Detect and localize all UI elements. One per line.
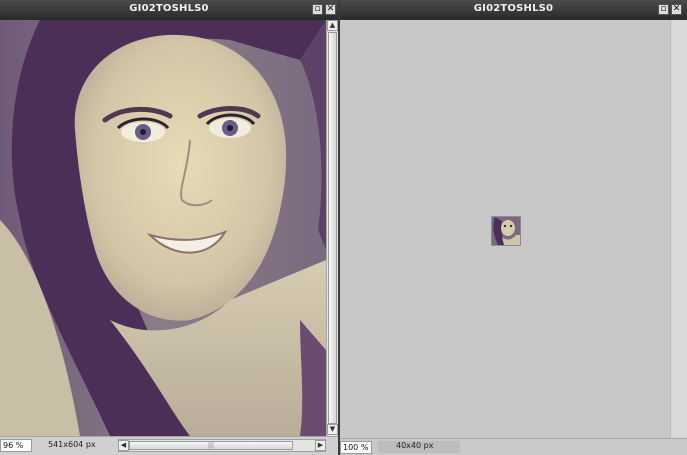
maximize-icon[interactable]: ▫ — [658, 4, 669, 15]
window-title: GI02TOSHLS0 — [129, 3, 209, 14]
horizontal-scroll-thumb[interactable]: ||| — [129, 441, 293, 450]
maximize-icon[interactable]: ▫ — [312, 4, 323, 15]
window-title: GI02TOSHLS0 — [473, 3, 554, 14]
image-size-label: 40x40 px — [396, 441, 434, 450]
status-bar: 100 % 40x40 px — [340, 438, 687, 455]
image-canvas[interactable] — [0, 20, 326, 436]
photo-portrait — [0, 20, 326, 436]
horizontal-scrollbar[interactable]: ||| — [118, 439, 326, 452]
scroll-right-icon[interactable]: ▶ — [315, 440, 326, 451]
scroll-down-icon[interactable]: ▼ — [327, 424, 338, 435]
scroll-up-icon[interactable]: ▲ — [327, 20, 338, 31]
image-canvas[interactable] — [340, 20, 670, 438]
thumbnail-image — [491, 216, 521, 246]
vertical-scroll-thumb[interactable] — [328, 32, 337, 424]
zoom-input[interactable]: 100 % — [340, 441, 372, 454]
image-size-label: 541x604 px — [48, 440, 96, 449]
vertical-scrollbar[interactable]: ▲ ▼ — [326, 20, 338, 436]
scroll-left-icon[interactable]: ◀ — [118, 440, 129, 451]
image-window-left[interactable]: GI02TOSHLS0 ▫ ✕ ▲ ▼ 96 % 541x604 px ||| … — [0, 0, 338, 455]
title-bar[interactable]: GI02TOSHLS0 ▫ ✕ — [340, 0, 687, 21]
close-icon[interactable]: ✕ — [325, 4, 336, 15]
zoom-input[interactable]: 96 % — [0, 439, 32, 452]
status-bar: 96 % 541x604 px ||| ◀ ▶ — [0, 436, 338, 455]
title-bar[interactable]: GI02TOSHLS0 ▫ ✕ — [0, 0, 338, 21]
vertical-scrollbar[interactable] — [670, 20, 687, 438]
image-window-right[interactable]: GI02TOSHLS0 ▫ ✕ 100 % 40x40 px — [340, 0, 687, 455]
close-icon[interactable]: ✕ — [671, 4, 682, 15]
